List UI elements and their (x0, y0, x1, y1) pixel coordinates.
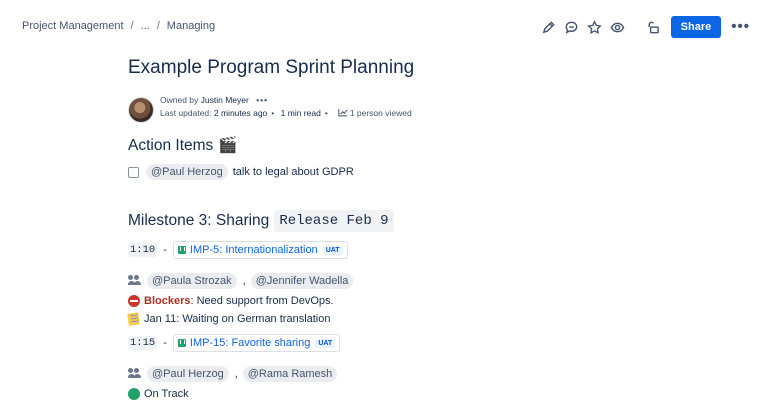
last-updated-value[interactable]: 2 minutes ago (214, 108, 267, 118)
task-text[interactable]: talk to legal about GDPR (233, 166, 354, 178)
owner-name[interactable]: Justin Meyer (201, 95, 249, 105)
mention[interactable]: @Paul Herzog (147, 366, 229, 382)
blocker-row: Blockers : Need support from DevOps. (128, 295, 668, 307)
jira-issue-link[interactable]: IMP-15: Favorite sharing UAT (172, 334, 341, 352)
action-items-heading-text: Action Items (128, 137, 214, 154)
mention[interactable]: @Paul Herzog (146, 164, 228, 180)
people-row: @Paula Strozak , @Jennifer Wadella (128, 273, 668, 289)
jira-issue-link[interactable]: IMP-5: Internationalization UAT (172, 241, 348, 259)
breadcrumb: Project Management / ... / Managing (22, 20, 215, 32)
page-content: Example Program Sprint Planning Owned by… (127, 56, 668, 400)
memo-icon (127, 312, 140, 326)
comment-icon[interactable] (561, 16, 583, 38)
comma: , (234, 368, 238, 380)
issue-row: 1:10 - IMP-5: Internationalization UAT (128, 241, 668, 259)
green-circle-icon (128, 388, 140, 400)
action-items-heading: Action Items 🎬 (128, 136, 668, 156)
blockers-text: : Need support from DevOps. (190, 295, 334, 307)
milestone-heading-text: Milestone 3: Sharing (128, 212, 270, 229)
analytics-icon (338, 109, 348, 117)
task-item: @Paul Herzog talk to legal about GDPR (128, 164, 668, 180)
jira-issue-title: IMP-5: Internationalization (189, 244, 318, 256)
page-actions: Share ••• (538, 16, 750, 38)
time-inline-code: 1:15 (128, 336, 158, 350)
pencil-icon[interactable] (538, 16, 560, 38)
eye-icon[interactable] (607, 16, 629, 38)
breadcrumb-item-project-management[interactable]: Project Management (22, 20, 124, 32)
people-icon (128, 275, 142, 287)
status-lozenge: UAT (322, 245, 343, 255)
breadcrumb-item-managing[interactable]: Managing (167, 20, 215, 32)
mention[interactable]: @Jennifer Wadella (250, 273, 354, 289)
clapper-board-icon: 🎬 (218, 137, 238, 154)
no-entry-icon (128, 295, 140, 307)
breadcrumb-item-ellipsis[interactable]: ... (141, 20, 150, 32)
release-inline-code: Release Feb 9 (274, 210, 394, 232)
page-title: Example Program Sprint Planning (128, 57, 415, 78)
dash: - (163, 337, 167, 349)
read-time: 1 min read (280, 108, 321, 118)
share-button[interactable]: Share (670, 16, 722, 38)
jira-story-icon (177, 339, 186, 347)
last-updated-label: Last updated: (160, 108, 212, 118)
top-bar: Project Management / ... / Managing Shar… (0, 0, 760, 55)
time-inline-code: 1:10 (128, 243, 158, 257)
restrictions-icon[interactable] (642, 16, 664, 38)
owned-by-label: Owned by (160, 95, 199, 105)
blockers-label: Blockers (144, 295, 191, 307)
breadcrumb-separator: / (156, 20, 160, 32)
avatar[interactable] (128, 97, 154, 123)
byline-meta: Owned by Justin Meyer ••• Last updated: … (160, 94, 412, 120)
milestone-heading: Milestone 3: Sharing Release Feb 9 (128, 210, 668, 232)
dot-separator: • (324, 108, 328, 118)
issue-row: 1:15 - IMP-15: Favorite sharing UAT (128, 334, 668, 352)
note-row: Jan 11: Waiting on German translation (127, 312, 668, 326)
byline: Owned by Justin Meyer ••• Last updated: … (128, 94, 668, 126)
star-icon[interactable] (584, 16, 606, 38)
jira-issue-title: IMP-15: Favorite sharing (189, 337, 311, 349)
status-lozenge: UAT (315, 338, 336, 348)
comma: , (242, 275, 246, 287)
breadcrumb-separator: / (130, 20, 134, 32)
people-row: @Paul Herzog , @Rama Ramesh (128, 366, 668, 382)
note-text: Jan 11: Waiting on German translation (144, 313, 331, 325)
people-icon (128, 368, 142, 380)
mention[interactable]: @Rama Ramesh (242, 366, 338, 382)
dash: - (163, 244, 167, 256)
task-checkbox[interactable] (128, 166, 139, 178)
owner-more-icon[interactable]: ••• (256, 95, 268, 105)
jira-story-icon (177, 246, 186, 254)
dot-separator: • (271, 108, 275, 118)
status-text: On Track (144, 388, 189, 400)
more-actions-icon[interactable]: ••• (731, 19, 750, 34)
status-row: On Track (128, 388, 668, 400)
views-count[interactable]: 1 person viewed (350, 108, 412, 118)
mention[interactable]: @Paula Strozak (147, 273, 237, 289)
